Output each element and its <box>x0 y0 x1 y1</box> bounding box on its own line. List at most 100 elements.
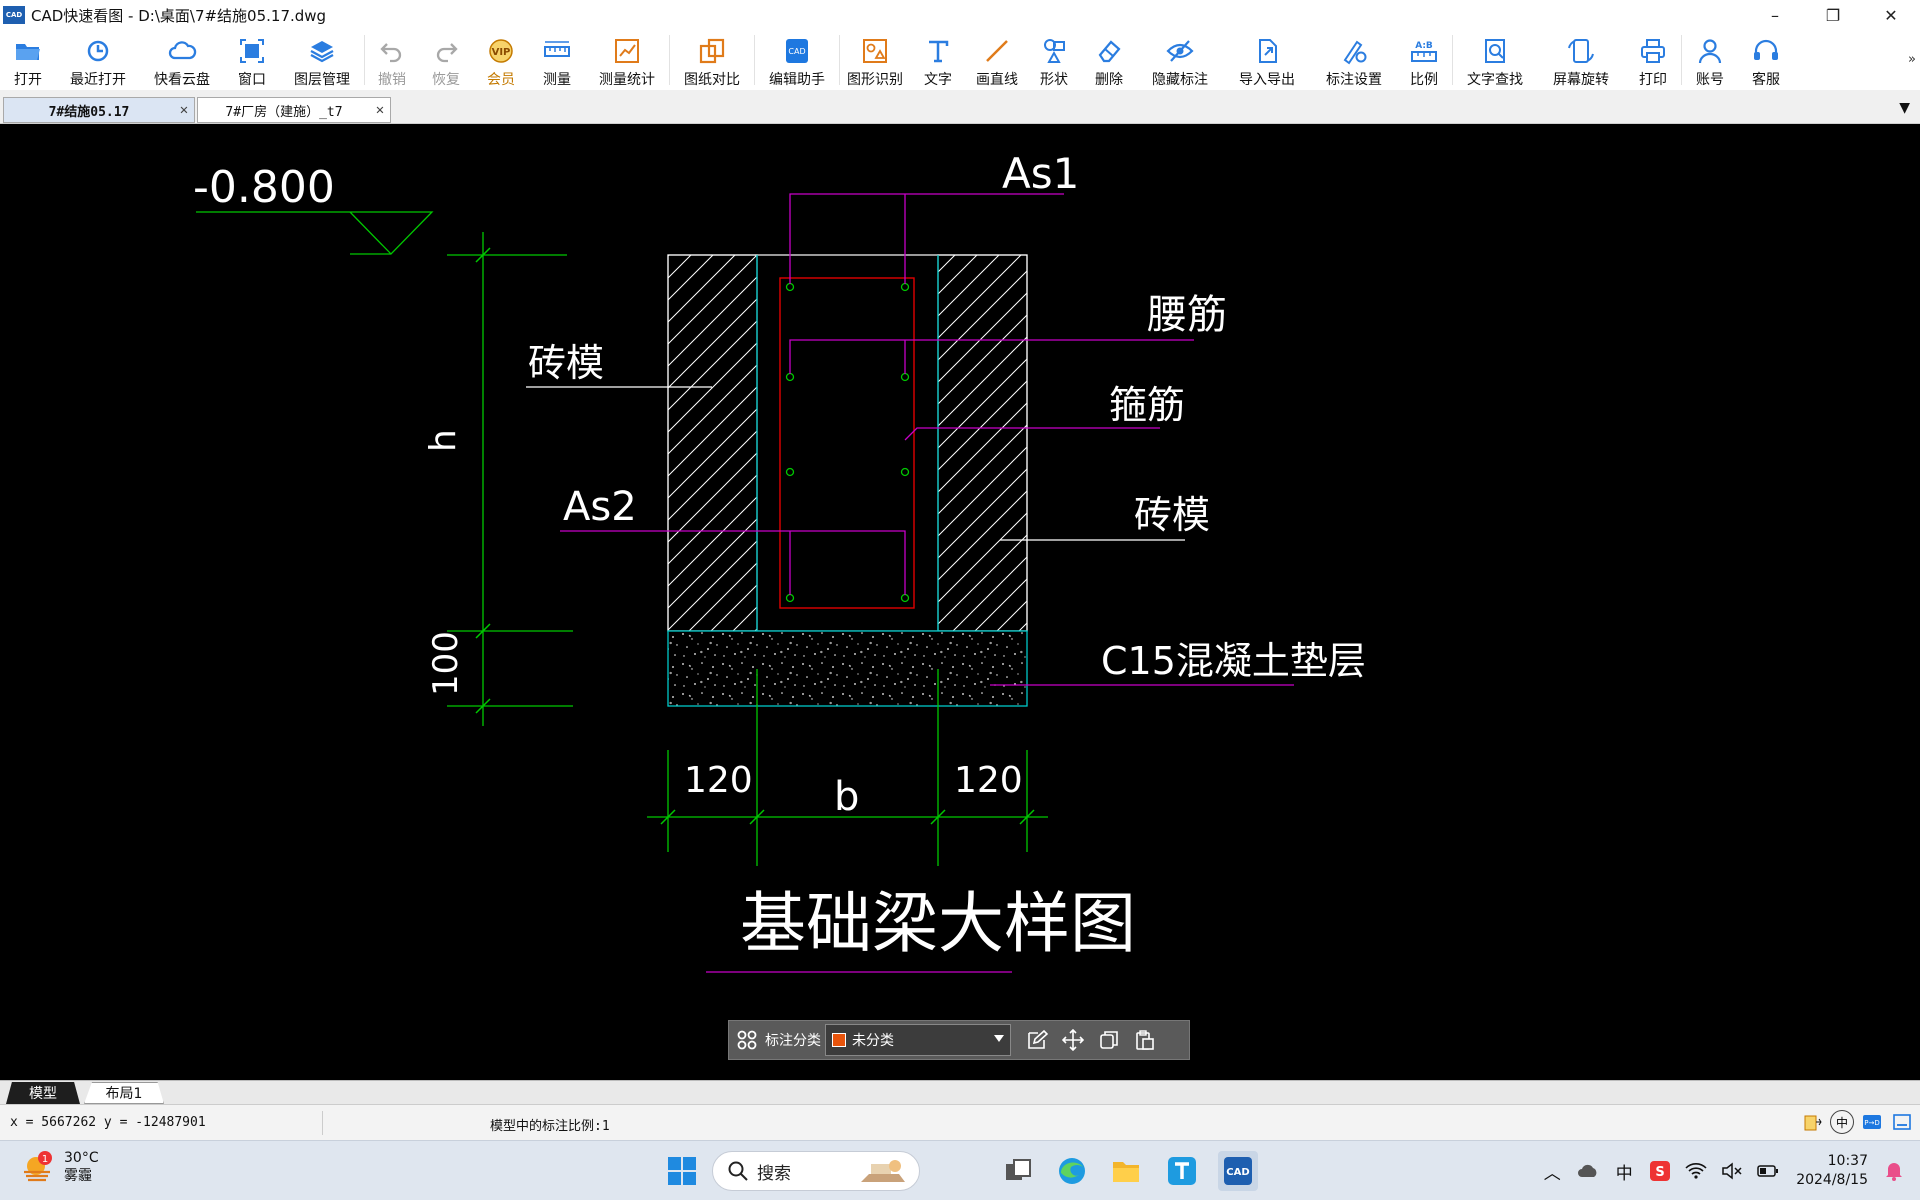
taskbar-search-box[interactable]: 搜索 <box>712 1151 920 1191</box>
redo-button[interactable]: 恢复 <box>419 30 473 90</box>
toolbar-overflow-button[interactable]: » <box>1908 52 1916 67</box>
clock-date: 2024/8/15 <box>1796 1172 1868 1188</box>
delete-label: 删除 <box>1095 72 1123 88</box>
open-button[interactable]: 打开 <box>0 30 56 90</box>
rebar-dot <box>900 372 910 382</box>
system-clock[interactable]: 10:37 2024/8/15 <box>1796 1152 1868 1190</box>
annotation-settings-icon <box>1343 40 1367 65</box>
customer-service-label: 客服 <box>1752 72 1780 88</box>
print-button[interactable]: 打印 <box>1625 30 1681 90</box>
text-button[interactable]: 文字 <box>910 30 966 90</box>
tab-list-dropdown-icon[interactable]: ▼ <box>1899 100 1910 116</box>
ime-chinese-icon[interactable]: 中 <box>1830 1110 1854 1134</box>
cad-viewer-taskbar-button[interactable]: CAD <box>1218 1151 1258 1191</box>
import-export-button[interactable]: 导入导出 <box>1222 30 1312 90</box>
elevation-symbol <box>196 211 434 255</box>
text-search-button[interactable]: 文字查找 <box>1453 30 1537 90</box>
status-divider <box>322 1111 323 1135</box>
dimension-b-text: b <box>834 774 859 820</box>
clipboard-icon[interactable] <box>1800 1110 1824 1134</box>
drawing-canvas[interactable]: -0.800 h 100 As1 腰筋 砖模 箍筋 砖模 As2 C15混凝土垫… <box>0 124 1920 1080</box>
svg-text:A:B: A:B <box>1415 41 1433 51</box>
start-button[interactable] <box>662 1151 702 1191</box>
pdf-convert-icon[interactable]: P→D <box>1860 1110 1884 1134</box>
edge-browser-button[interactable] <box>1052 1151 1092 1191</box>
shapes-icon <box>1044 39 1065 63</box>
recent-open-button[interactable]: 最近打开 <box>56 30 140 90</box>
cloud-icon <box>168 41 197 60</box>
grid-view-icon[interactable] <box>729 1021 765 1059</box>
windows-taskbar: 1 30°C 雾霾 搜索 CAD ︿ 中 S 10:37 2024/8/15 <box>0 1140 1920 1200</box>
scale-icon: A:B <box>1411 41 1437 62</box>
edit-icon[interactable] <box>1019 1021 1055 1059</box>
paste-icon[interactable] <box>1127 1021 1163 1059</box>
window-button[interactable]: 窗口 <box>224 30 280 90</box>
layers-icon <box>310 41 334 63</box>
windows-logo-icon <box>668 1157 696 1185</box>
annotation-settings-button[interactable]: 标注设置 <box>1312 30 1396 90</box>
move-icon[interactable] <box>1055 1021 1091 1059</box>
restore-button[interactable]: ❐ <box>1804 0 1862 30</box>
account-button[interactable]: 账号 <box>1682 30 1738 90</box>
file-explorer-button[interactable] <box>1106 1151 1146 1191</box>
hide-annotation-button[interactable]: 隐藏标注 <box>1138 30 1222 90</box>
delete-button[interactable]: 删除 <box>1080 30 1138 90</box>
draw-line-button[interactable]: 画直线 <box>966 30 1028 90</box>
edge-icon <box>1059 1158 1085 1184</box>
weather-badge: 1 <box>42 1154 48 1165</box>
vip-button[interactable]: VIP 会员 <box>473 30 529 90</box>
typora-button[interactable] <box>1162 1151 1202 1191</box>
minimize-button[interactable]: – <box>1746 0 1804 30</box>
search-highlight-icon <box>861 1160 905 1182</box>
undo-label: 撤销 <box>378 72 406 88</box>
folder-open-icon <box>16 44 40 60</box>
scale-button[interactable]: A:B 比例 <box>1396 30 1452 90</box>
volume-muted-icon[interactable] <box>1714 1151 1750 1191</box>
battery-icon[interactable] <box>1750 1151 1786 1191</box>
wifi-icon[interactable] <box>1678 1151 1714 1191</box>
minimize-panel-icon[interactable] <box>1890 1110 1914 1134</box>
undo-icon <box>380 43 402 63</box>
onedrive-cloud-icon[interactable] <box>1570 1151 1606 1191</box>
undo-button[interactable]: 撤销 <box>365 30 419 90</box>
sogou-input-icon[interactable]: S <box>1642 1151 1678 1191</box>
measure-stats-button[interactable]: 测量统计 <box>585 30 669 90</box>
recent-open-label: 最近打开 <box>70 72 126 88</box>
drawing-compare-button[interactable]: 图纸对比 <box>670 30 754 90</box>
shapes-button[interactable]: 形状 <box>1028 30 1080 90</box>
customer-service-button[interactable]: 客服 <box>1738 30 1794 90</box>
rotate-screen-button[interactable]: 屏幕旋转 <box>1537 30 1625 90</box>
document-tab-bar: 7#结施05.17 ✕ 7#厂房（建施）_t7 ✕ ▼ <box>0 90 1920 124</box>
tab-model[interactable]: 模型 <box>6 1082 80 1104</box>
copy-icon[interactable] <box>1091 1021 1127 1059</box>
tab-document-2[interactable]: 7#厂房（建施）_t7 ✕ <box>197 97 391 123</box>
task-view-button[interactable] <box>998 1151 1038 1191</box>
svg-text:CAD: CAD <box>788 47 805 56</box>
rebar-dot <box>900 593 910 603</box>
annotation-settings-label: 标注设置 <box>1326 72 1382 88</box>
weather-description: 雾霾 <box>64 1168 92 1184</box>
close-tab-icon[interactable]: ✕ <box>174 102 194 118</box>
measure-button[interactable]: 测量 <box>529 30 585 90</box>
import-export-label: 导入导出 <box>1239 72 1295 88</box>
redo-icon <box>436 43 458 63</box>
close-tab-icon[interactable]: ✕ <box>370 102 390 118</box>
cloud-disk-button[interactable]: 快看云盘 <box>140 30 224 90</box>
tab-document-1[interactable]: 7#结施05.17 ✕ <box>3 97 195 123</box>
weather-widget[interactable]: 1 30°C 雾霾 <box>22 1149 99 1185</box>
label-brick-form-right: 砖模 <box>1134 493 1210 537</box>
ime-indicator[interactable]: 中 <box>1606 1151 1642 1191</box>
layer-manager-button[interactable]: 图层管理 <box>280 30 364 90</box>
edit-assistant-button[interactable]: CAD 编辑助手 <box>755 30 839 90</box>
layer-manager-label: 图层管理 <box>294 72 350 88</box>
account-label: 账号 <box>1696 72 1724 88</box>
annotation-category-select[interactable]: 未分类 <box>825 1024 1011 1056</box>
notification-bell-icon[interactable] <box>1876 1151 1912 1191</box>
shape-recognition-button[interactable]: 图形识别 <box>840 30 910 90</box>
rotate-screen-label: 屏幕旋转 <box>1553 72 1609 88</box>
show-hidden-icons-icon[interactable]: ︿ <box>1534 1151 1570 1191</box>
svg-text:P→D: P→D <box>1864 1119 1879 1127</box>
close-button[interactable]: ✕ <box>1862 0 1920 30</box>
tab-layout1[interactable]: 布局1 <box>84 1082 164 1104</box>
label-cushion: C15混凝土垫层 <box>1101 639 1366 683</box>
